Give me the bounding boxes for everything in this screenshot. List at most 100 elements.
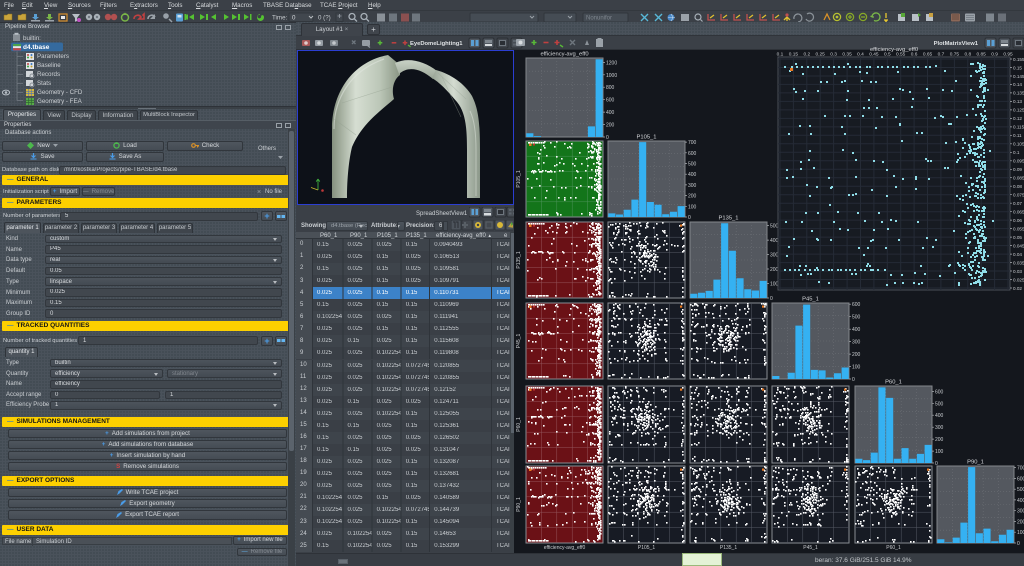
- svg-text:0.25: 0.25: [816, 52, 826, 58]
- svg-text:0.55: 0.55: [896, 52, 906, 58]
- svg-text:200: 200: [852, 352, 861, 358]
- svg-text:500: 500: [852, 315, 861, 321]
- svg-text:100: 100: [770, 282, 779, 288]
- svg-text:efficiency-avg_eff0: efficiency-avg_eff0: [540, 52, 588, 58]
- svg-text:0.9: 0.9: [991, 52, 998, 58]
- svg-text:0.115: 0.115: [1013, 125, 1024, 130]
- svg-text:efficiency-avg_eff0: efficiency-avg_eff0: [544, 545, 586, 551]
- svg-text:0.1: 0.1: [1013, 150, 1020, 155]
- svg-text:0.45: 0.45: [869, 52, 879, 58]
- svg-text:0.125: 0.125: [1013, 108, 1024, 113]
- svg-text:0.065: 0.065: [1013, 210, 1024, 215]
- svg-text:0: 0: [852, 377, 855, 383]
- svg-text:P105_1: P105_1: [637, 135, 657, 141]
- svg-text:0.085: 0.085: [1013, 176, 1024, 181]
- svg-text:500: 500: [935, 401, 944, 407]
- svg-text:0 (?): 0 (?): [318, 15, 331, 22]
- svg-text:0.09: 0.09: [1013, 167, 1022, 172]
- svg-text:100: 100: [1017, 530, 1024, 536]
- svg-text:0.85: 0.85: [977, 52, 987, 58]
- svg-text:0.65: 0.65: [923, 52, 933, 58]
- svg-text:0.075: 0.075: [1013, 193, 1024, 198]
- svg-text:100: 100: [935, 449, 944, 455]
- svg-text:0.025: 0.025: [1013, 277, 1024, 282]
- svg-text:300: 300: [688, 183, 697, 189]
- svg-text:1000: 1000: [606, 73, 617, 79]
- svg-text:200: 200: [1017, 520, 1024, 526]
- svg-text:0.95: 0.95: [1003, 52, 1013, 58]
- svg-text:200: 200: [770, 267, 779, 273]
- svg-text:0: 0: [606, 135, 609, 141]
- svg-text:0.045: 0.045: [1013, 243, 1024, 248]
- svg-text:600: 600: [688, 151, 697, 157]
- svg-text:Nonunifor: Nonunifor: [586, 16, 612, 22]
- svg-text:0.05: 0.05: [1013, 235, 1022, 240]
- svg-text:P135_1: P135_1: [720, 545, 737, 551]
- svg-text:100: 100: [688, 204, 697, 210]
- svg-text:P135_1: P135_1: [719, 216, 739, 222]
- svg-text:0.04: 0.04: [1013, 252, 1022, 257]
- svg-text:300: 300: [852, 340, 861, 346]
- svg-text:800: 800: [606, 85, 615, 91]
- svg-text:0.6: 0.6: [911, 52, 918, 58]
- svg-text:500: 500: [688, 162, 697, 168]
- svg-text:P45_1: P45_1: [516, 334, 522, 349]
- svg-text:0.03: 0.03: [1013, 269, 1022, 274]
- svg-text:0: 0: [292, 15, 296, 22]
- svg-text:0.07: 0.07: [1013, 201, 1022, 206]
- svg-text:600: 600: [1017, 476, 1024, 482]
- svg-text:0.35: 0.35: [842, 52, 852, 58]
- svg-text:300: 300: [1017, 509, 1024, 515]
- svg-text:200: 200: [688, 194, 697, 200]
- svg-text:0.08: 0.08: [1013, 184, 1022, 189]
- svg-text:0.75: 0.75: [950, 52, 960, 58]
- svg-text:0.5: 0.5: [884, 52, 891, 58]
- svg-text:0: 0: [770, 296, 773, 302]
- svg-text:P60_1: P60_1: [886, 545, 901, 551]
- svg-text:300: 300: [770, 253, 779, 259]
- svg-text:P90_1: P90_1: [967, 460, 984, 466]
- svg-text:500: 500: [770, 224, 779, 230]
- svg-text:200: 200: [606, 123, 615, 129]
- svg-text:0.1: 0.1: [777, 52, 784, 58]
- svg-text:0.13: 0.13: [1013, 99, 1022, 104]
- svg-text:1200: 1200: [606, 60, 617, 66]
- svg-text:P105_1: P105_1: [638, 545, 655, 551]
- svg-text:300: 300: [935, 425, 944, 431]
- svg-text:400: 400: [935, 413, 944, 419]
- svg-text:500: 500: [1017, 487, 1024, 493]
- svg-text:400: 400: [852, 327, 861, 333]
- svg-text:0.15: 0.15: [1013, 65, 1022, 70]
- svg-text:P90_1: P90_1: [516, 497, 522, 512]
- svg-text:0.02: 0.02: [1013, 286, 1022, 291]
- svg-text:EyeDomeLighting1: EyeDomeLighting1: [410, 41, 463, 47]
- svg-text:0.7: 0.7: [938, 52, 945, 58]
- svg-text:0.14: 0.14: [1013, 82, 1022, 87]
- svg-text:600: 600: [935, 389, 944, 395]
- svg-text:0.135: 0.135: [1013, 91, 1024, 96]
- svg-text:100: 100: [852, 365, 861, 371]
- svg-text:400: 400: [770, 238, 779, 244]
- svg-text:0.055: 0.055: [1013, 226, 1024, 231]
- svg-text:P60_1: P60_1: [885, 380, 902, 386]
- svg-text:0.095: 0.095: [1013, 159, 1024, 164]
- svg-text:0.145: 0.145: [1013, 74, 1024, 79]
- svg-text:P60_1: P60_1: [516, 417, 522, 432]
- svg-text:0.3: 0.3: [830, 52, 837, 58]
- svg-text:P105_1: P105_1: [516, 170, 522, 187]
- svg-text:0: 0: [1017, 541, 1020, 547]
- svg-text:0.11: 0.11: [1013, 133, 1022, 138]
- svg-text:P45_1: P45_1: [803, 545, 818, 551]
- svg-text:400: 400: [1017, 498, 1024, 504]
- svg-text:0.155: 0.155: [1013, 57, 1024, 62]
- svg-text:700: 700: [688, 140, 697, 146]
- svg-text:700: 700: [1017, 466, 1024, 472]
- svg-text:Time:: Time:: [272, 15, 288, 22]
- svg-text:0.8: 0.8: [964, 52, 971, 58]
- svg-text:0.2: 0.2: [803, 52, 810, 58]
- svg-text:0.105: 0.105: [1013, 142, 1024, 147]
- svg-text:200: 200: [935, 437, 944, 443]
- svg-text:600: 600: [606, 98, 615, 104]
- svg-text:P45_1: P45_1: [802, 297, 819, 303]
- svg-text:600: 600: [852, 302, 861, 308]
